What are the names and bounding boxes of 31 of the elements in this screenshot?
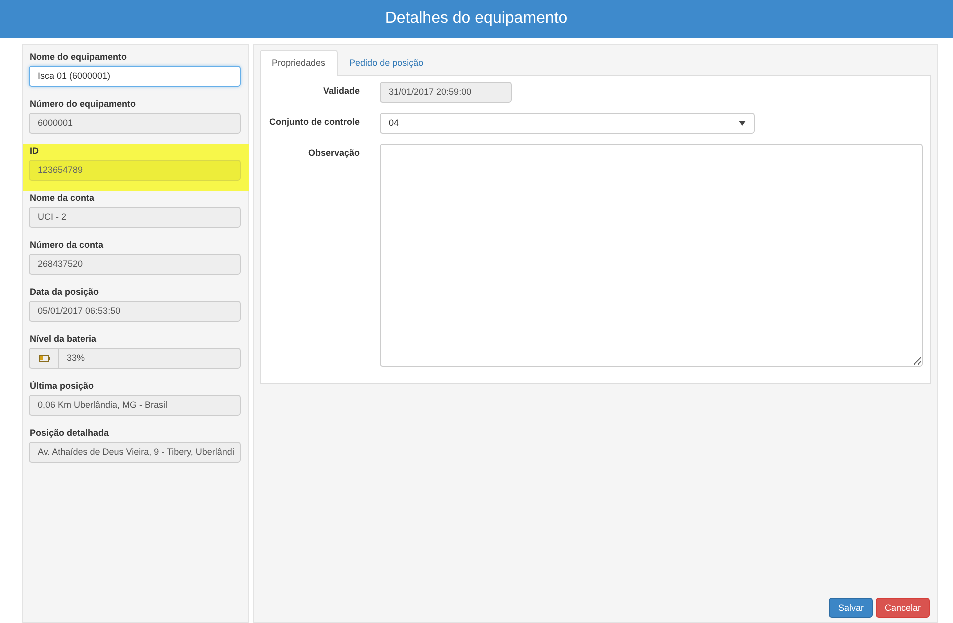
window-title: Detalhes do equipamento	[385, 10, 568, 28]
field-label: Número do equipamento	[29, 98, 138, 111]
save-button[interactable]: Salvar	[829, 598, 873, 618]
input-field[interactable]: 05/01/2017 06:53:50	[29, 301, 241, 322]
caret-icon	[739, 121, 746, 126]
input-field[interactable]: Isca 01 (6000001)	[29, 66, 241, 87]
field-label: Última posição	[29, 380, 96, 393]
tab[interactable]: Propriedades	[260, 50, 338, 76]
field-label: Nome do equipamento	[29, 51, 128, 64]
input-field[interactable]: Av. Athaídes de Deus Vieira, 9 - Tibery, Uberlândi	[29, 442, 241, 463]
field-label: Observação	[307, 147, 360, 160]
input-field[interactable]: 33%	[58, 348, 241, 369]
field-label: Data da posição	[29, 286, 100, 299]
cancel-button[interactable]: Cancelar	[876, 598, 930, 618]
battery-icon	[38, 355, 50, 362]
field-label: Posição detalhada	[29, 427, 110, 440]
field-label: ID	[29, 145, 40, 158]
dropdown[interactable]: 04	[380, 113, 755, 134]
input-field[interactable]: 6000001	[29, 113, 241, 134]
input-field[interactable]: UCI - 2	[29, 207, 241, 228]
field-label: Conjunto de controle	[268, 116, 360, 129]
field-label: Validade	[322, 85, 360, 98]
text-area[interactable]	[380, 144, 923, 367]
field-label: Número da conta	[29, 239, 105, 252]
input-field[interactable]: 268437520	[29, 254, 241, 275]
input-field[interactable]: 123654789	[29, 160, 241, 181]
input-field[interactable]: 31/01/2017 20:59:00	[380, 82, 512, 103]
field-label: Nível da bateria	[29, 333, 98, 346]
field-label: Nome da conta	[29, 192, 96, 205]
input-field[interactable]: 0,06 Km Uberlândia, MG - Brasil	[29, 395, 241, 416]
tab[interactable]: Pedido de posição	[338, 50, 436, 75]
